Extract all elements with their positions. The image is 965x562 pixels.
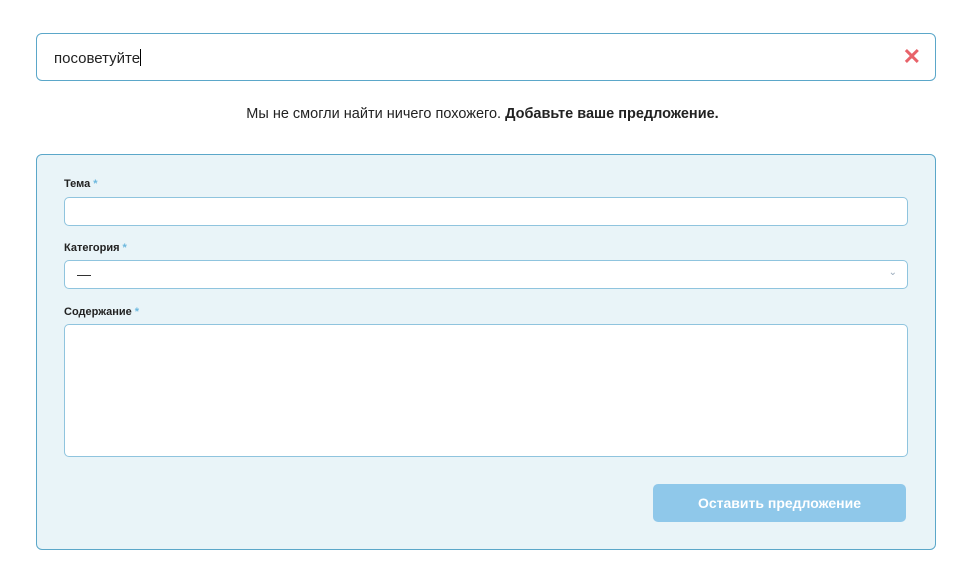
- search-input[interactable]: посоветуйте ✕: [36, 33, 936, 81]
- category-label: Категория *: [64, 242, 127, 254]
- category-select[interactable]: — ⌄: [64, 260, 908, 289]
- no-results-text: Мы не смогли найти ничего похожего.: [246, 106, 502, 122]
- chevron-down-icon: ⌄: [888, 267, 897, 278]
- close-icon[interactable]: ✕: [903, 45, 921, 69]
- content-textarea[interactable]: [64, 324, 908, 457]
- no-results-message: Мы не смогли найти ничего похожего. Доба…: [0, 106, 965, 122]
- search-value[interactable]: посоветуйте: [54, 49, 141, 67]
- category-value: —: [77, 266, 91, 282]
- add-suggestion-link[interactable]: Добавьте ваше предложение.: [505, 106, 719, 122]
- suggestion-form: Тема * Категория * — ⌄ Содержание * Оставит…: [36, 154, 936, 550]
- submit-suggestion-button[interactable]: Оставить предложение: [653, 484, 906, 522]
- content-label: Содержание *: [64, 306, 140, 318]
- topic-label: Тема *: [64, 178, 98, 190]
- topic-input[interactable]: [64, 197, 908, 226]
